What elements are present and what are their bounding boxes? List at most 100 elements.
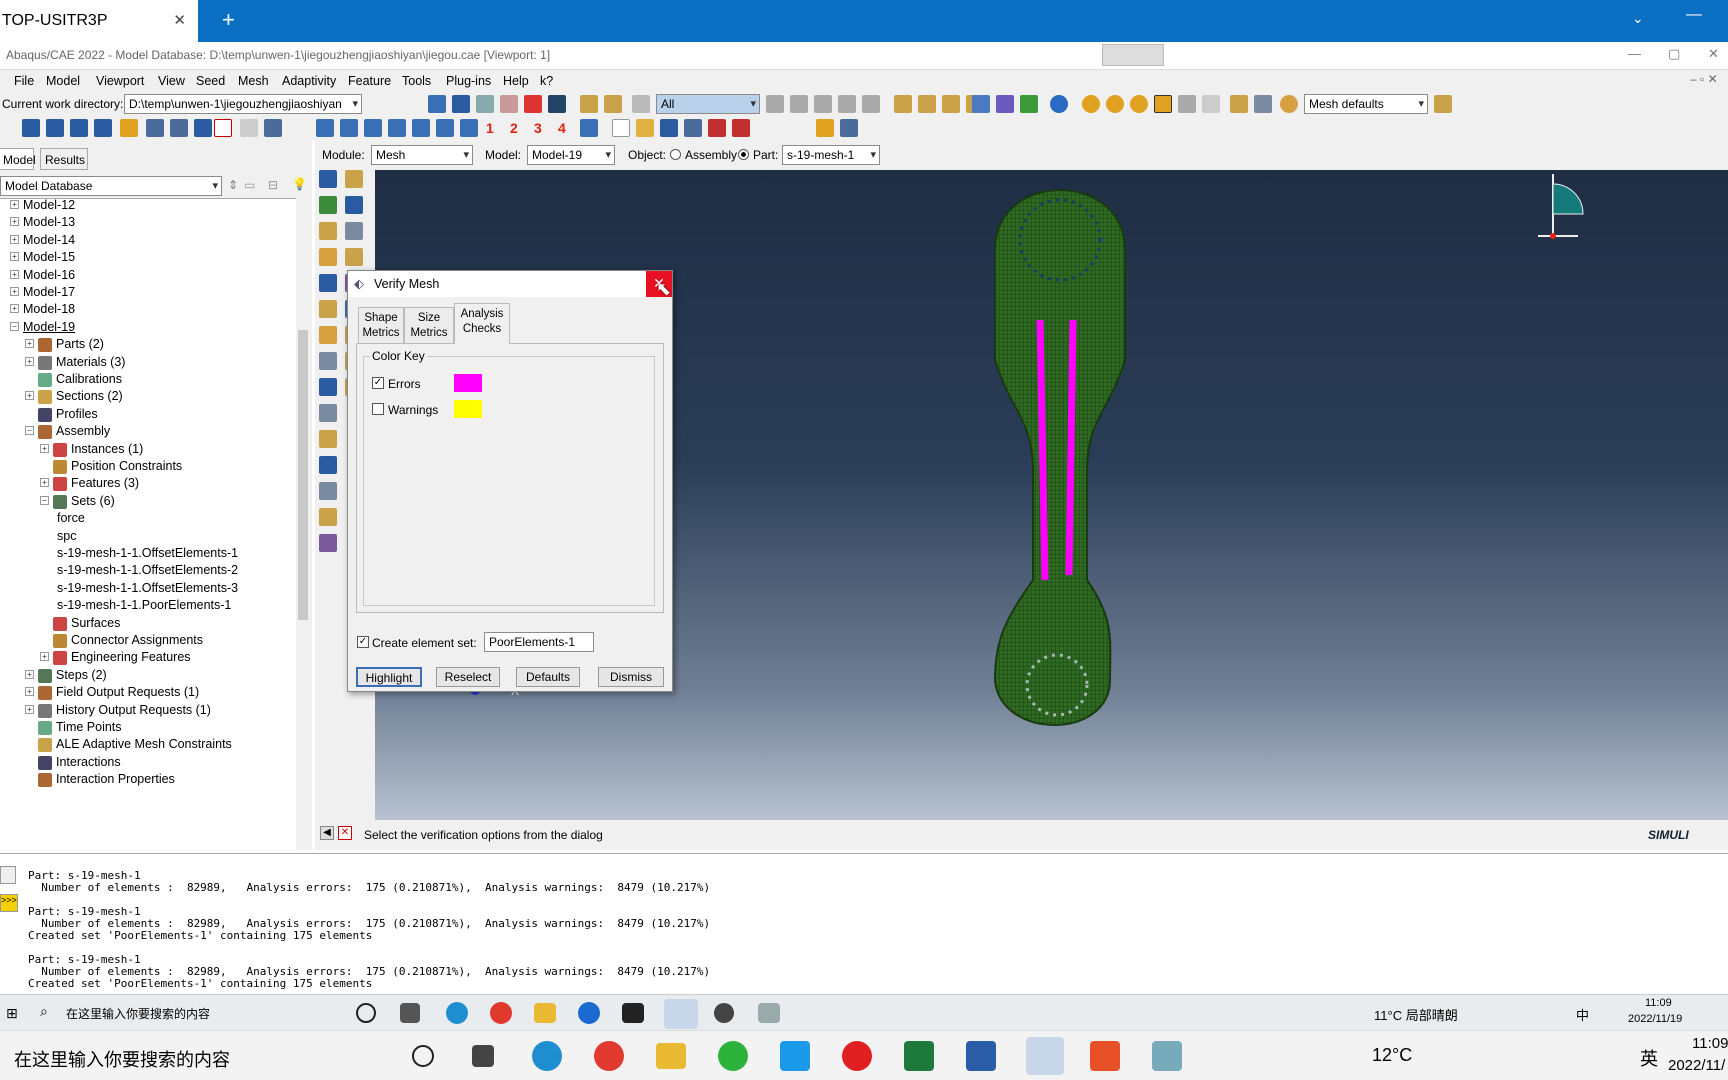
mesh-tool-icon[interactable] [319,378,337,396]
errors-checkbox[interactable]: ✓ [372,377,384,389]
notes-app-icon[interactable] [1152,1041,1182,1071]
cycle-views-icon[interactable] [548,95,566,113]
errors-color-swatch[interactable] [454,374,482,392]
clock-date[interactable]: 2022/11/19 [1628,1013,1682,1025]
tree-expander-icon[interactable]: + [10,252,19,262]
visibility-2-icon[interactable] [1106,95,1124,113]
tree-expander-icon[interactable]: + [40,652,49,662]
view-3-button[interactable]: 3 [534,120,542,136]
view-xz-icon[interactable] [436,119,454,137]
teamviewer-icon[interactable] [578,1002,600,1024]
menu-tools[interactable]: Tools [402,74,431,88]
local-edge-icon[interactable] [532,1041,562,1071]
select-tool-4-icon[interactable] [838,95,856,113]
mesh-table-icon[interactable] [840,119,858,137]
open-file-icon[interactable] [636,119,654,137]
warnings-color-swatch[interactable] [454,400,482,418]
view-tool-7-icon[interactable] [170,119,188,137]
mesh-tool-icon[interactable] [345,170,363,188]
layout-switcher[interactable] [1102,44,1164,66]
warnings-checkbox[interactable] [372,403,384,415]
cwd-select[interactable]: D:\temp\unwen-1\jiegouzhengjiaoshiyan [124,94,362,114]
tab-results[interactable]: Results [40,148,88,170]
view-yx-icon[interactable] [340,119,358,137]
table-icon[interactable] [1254,95,1272,113]
import-icon[interactable] [732,119,750,137]
part-select[interactable]: s-19-mesh-1 [782,145,880,165]
display-group-icon[interactable] [1434,95,1452,113]
menu-file[interactable]: File [14,74,34,88]
view-tool-1-icon[interactable] [22,119,40,137]
tree-expander-icon[interactable]: + [10,287,19,296]
box-zoom-icon[interactable] [500,95,518,113]
probe-icon[interactable] [604,95,622,113]
taskbar-search[interactable]: 在这里输入你要搜索的内容 [66,1005,210,1022]
menu-seed[interactable]: Seed [196,74,225,88]
palette-icon[interactable] [1280,95,1298,113]
local-clock-date[interactable]: 2022/11/ [1668,1057,1725,1074]
music-app-icon[interactable] [842,1041,872,1071]
assembly-radio[interactable] [670,149,681,160]
mesh-tool-icon[interactable] [319,404,337,422]
remove-selected-icon[interactable] [1154,95,1172,113]
cortana-icon[interactable] [356,1003,376,1023]
welink-icon[interactable] [780,1041,810,1071]
wechat-icon[interactable] [718,1041,748,1071]
mesh-tool-icon[interactable] [319,170,337,188]
mesh-tree-icon[interactable] [816,119,834,137]
tab-shape-metrics[interactable]: Shape Metrics [358,307,404,343]
view-tool-2-icon[interactable] [46,119,64,137]
dialog-titlebar[interactable]: ⬖ Verify Mesh ✕ [348,271,672,297]
text-tool-icon[interactable] [214,119,232,137]
view-tool-4-icon[interactable] [94,119,112,137]
view-zy-icon[interactable] [388,119,406,137]
rotate-icon[interactable] [452,95,470,113]
tree-expander-icon[interactable]: + [10,217,19,227]
front-view-icon[interactable] [918,95,936,113]
tree-expander-icon[interactable]: − [25,426,34,436]
info-icon[interactable] [1050,95,1068,113]
tree-expander-icon[interactable]: + [25,339,34,349]
menu-adaptivity[interactable]: Adaptivity [282,74,336,88]
local-ime-indicator[interactable]: 英 [1640,1045,1658,1071]
render-hidden-icon[interactable] [996,95,1014,113]
local-task-view-icon[interactable] [472,1045,494,1067]
tab-size-metrics[interactable]: Size Metrics [404,307,454,343]
iso-axes-icon[interactable] [460,119,478,137]
tree-scrollbar-thumb[interactable] [298,330,308,620]
mdi-window-controls[interactable]: – ▫ ✕ [1690,72,1718,86]
app-icon[interactable] [758,1003,780,1023]
minimize-button[interactable]: — [1628,46,1641,61]
tree-sort-icon[interactable]: ⇕ [228,178,238,192]
maximize-button[interactable]: ▢ [1668,46,1680,62]
word-icon[interactable] [966,1041,996,1071]
highlight-button[interactable]: Highlight [356,667,422,687]
local-file-explorer-icon[interactable] [656,1043,686,1069]
message-tab-icon[interactable] [0,866,16,884]
tree-expander-icon[interactable]: + [25,704,34,714]
export-icon[interactable] [708,119,726,137]
terminal-icon[interactable] [622,1003,644,1023]
cancel-procedure-icon[interactable]: ✕ [338,826,352,840]
reader-app-icon[interactable] [1090,1041,1120,1071]
zoom-icon[interactable] [476,95,494,113]
selection-filter-select[interactable]: All [656,94,760,114]
pointer-tool-icon[interactable] [240,119,258,137]
mesh-tool-icon[interactable] [319,222,337,240]
tree-expander-icon[interactable]: + [10,269,19,279]
render-wireframe-icon[interactable] [972,95,990,113]
view-tool-6-icon[interactable] [146,119,164,137]
local-taskbar-search[interactable]: 在这里输入你要搜索的内容 [14,1046,230,1072]
ime-indicator[interactable]: 中 [1576,1005,1589,1024]
tree-expander-icon[interactable]: − [10,321,19,331]
mesh-tool-icon[interactable] [319,274,337,292]
tree-expander-icon[interactable]: + [25,669,34,679]
part-radio[interactable] [738,149,749,160]
local-teamviewer-icon[interactable] [1026,1037,1064,1075]
menu-view[interactable]: View [158,74,185,88]
view-xy-icon[interactable] [316,119,334,137]
view-4-button[interactable]: 4 [558,120,566,136]
mesh-tool-icon[interactable] [319,534,337,552]
tree-highlight-icon[interactable]: 💡 [292,177,307,191]
dismiss-button[interactable]: Dismiss [598,667,664,687]
